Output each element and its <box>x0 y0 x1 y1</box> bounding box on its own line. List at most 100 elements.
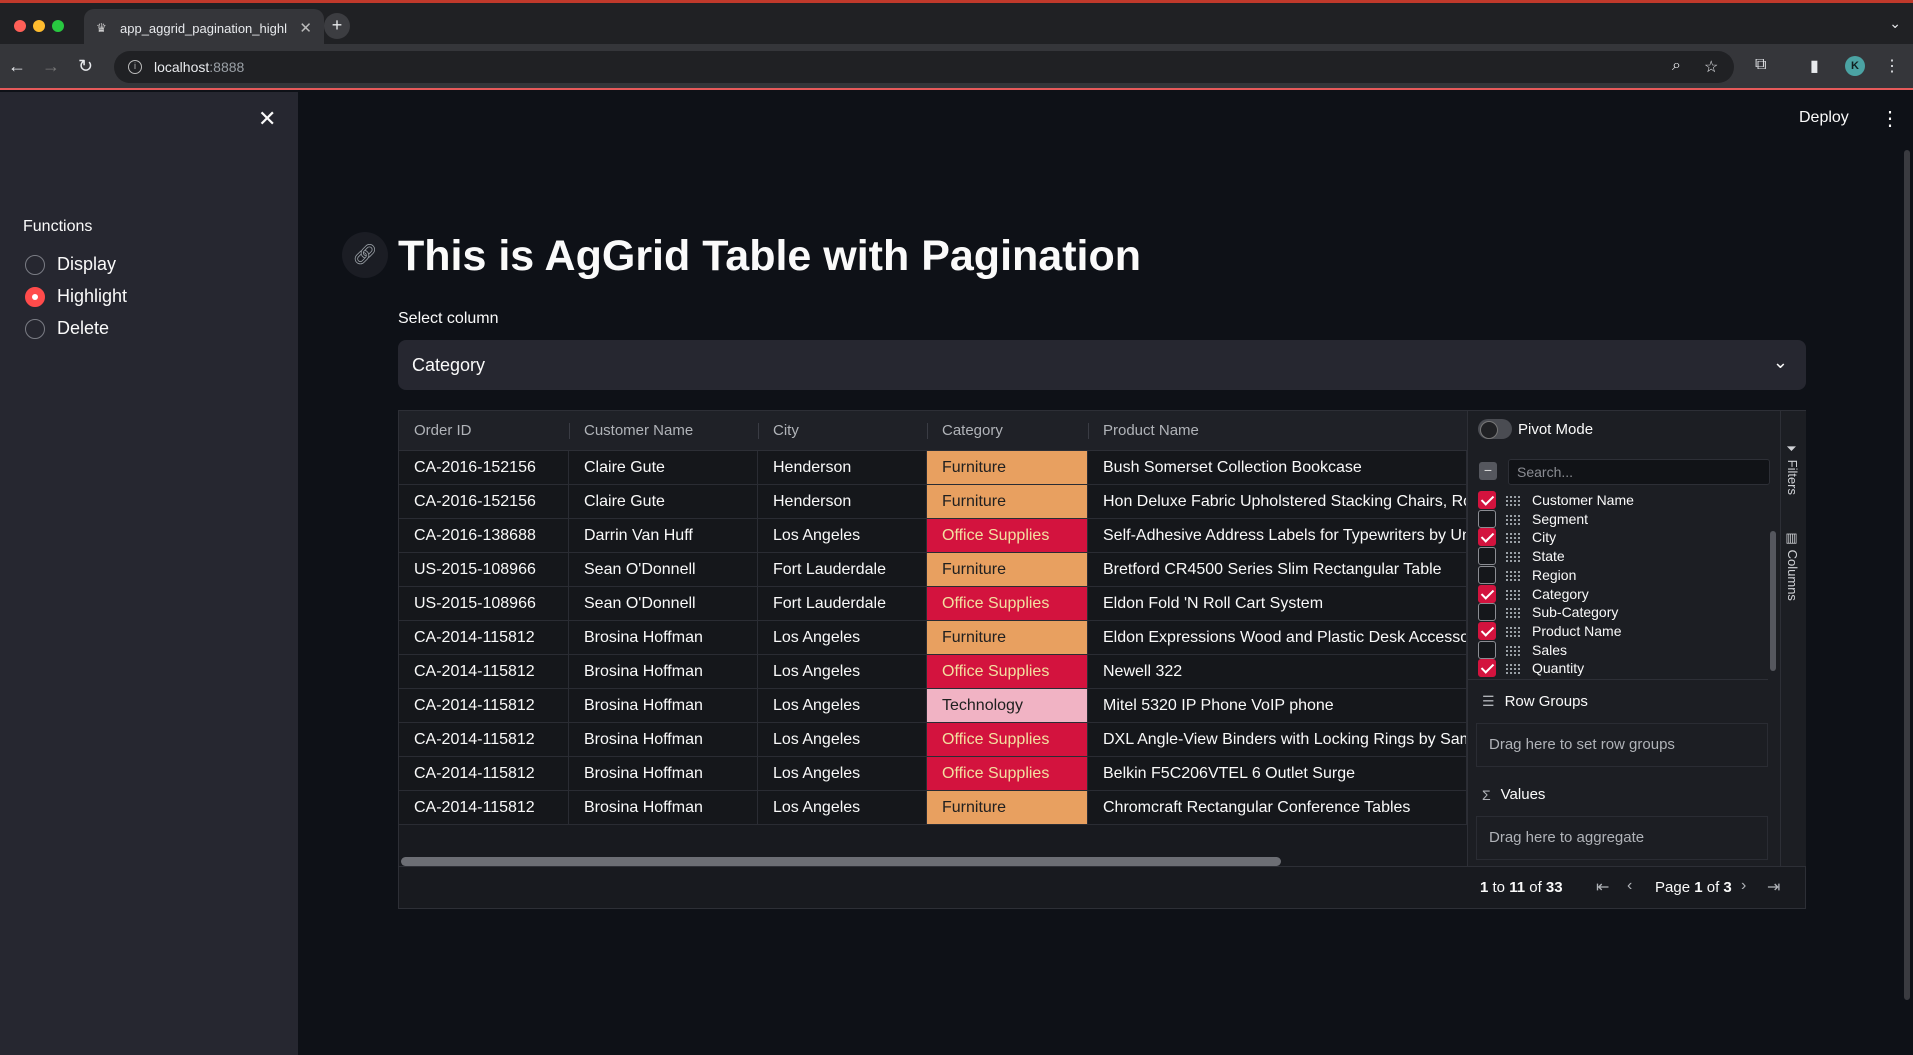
cell-customer-name[interactable]: Darrin Van Huff <box>569 519 758 552</box>
drag-handle-icon[interactable] <box>1506 624 1520 637</box>
drag-handle-icon[interactable] <box>1506 494 1520 506</box>
cell-city[interactable]: Fort Lauderdale <box>758 553 927 586</box>
main-menu-icon[interactable]: ⋮ <box>1880 106 1900 131</box>
cell-city[interactable]: Fort Lauderdale <box>758 587 927 620</box>
column-checkbox[interactable] <box>1478 509 1496 528</box>
drag-handle-icon[interactable] <box>1506 587 1520 600</box>
cell-category[interactable]: Office Supplies <box>927 723 1088 756</box>
new-tab-button[interactable]: + <box>324 13 350 39</box>
previous-page-icon[interactable]: ‹ <box>1627 877 1632 895</box>
column-checkbox[interactable] <box>1478 547 1496 566</box>
table-row[interactable]: CA-2014-115812 Brosina Hoffman Los Angeles… <box>399 621 1467 655</box>
browser-tab[interactable]: ♛ app_aggrid_pagination_highl ✕ <box>84 9 324 47</box>
tab-search-chevron-icon[interactable]: ⌄ <box>1889 15 1901 32</box>
column-select[interactable]: Category ⌄ <box>398 340 1806 390</box>
page-scrollbar[interactable] <box>1904 150 1910 1000</box>
column-checkbox[interactable] <box>1478 491 1496 509</box>
pivot-mode-toggle[interactable] <box>1478 419 1512 439</box>
cell-customer-name[interactable]: Sean O'Donnell <box>569 553 758 586</box>
header-category[interactable]: Category <box>927 411 1088 451</box>
cell-order-id[interactable]: CA-2014-115812 <box>399 723 569 756</box>
radio-delete[interactable]: Delete <box>25 318 109 339</box>
cell-city[interactable]: Los Angeles <box>758 655 927 688</box>
header-order-id[interactable]: Order ID <box>399 411 569 451</box>
cell-order-id[interactable]: CA-2016-152156 <box>399 451 569 484</box>
drag-handle-icon[interactable] <box>1506 531 1520 544</box>
cell-category[interactable]: Office Supplies <box>927 655 1088 688</box>
cell-category[interactable]: Office Supplies <box>927 587 1088 620</box>
cell-category[interactable]: Furniture <box>927 485 1088 518</box>
cell-city[interactable]: Los Angeles <box>758 621 927 654</box>
cell-city[interactable]: Los Angeles <box>758 757 927 790</box>
profile-avatar[interactable]: K <box>1845 56 1865 76</box>
column-list-item[interactable]: Product Name <box>1478 621 1621 640</box>
radio-highlight[interactable]: Highlight <box>25 286 127 307</box>
table-row[interactable]: CA-2014-115812 Brosina Hoffman Los Angeles… <box>399 791 1467 825</box>
cell-customer-name[interactable]: Sean O'Donnell <box>569 587 758 620</box>
cell-product-name[interactable]: Mitel 5320 IP Phone VoIP phone <box>1088 689 1467 722</box>
column-list-item[interactable]: Category <box>1478 584 1589 603</box>
chevron-down-icon[interactable]: ⌄ <box>1773 352 1788 373</box>
column-list-item[interactable]: Sales <box>1478 640 1567 659</box>
cell-customer-name[interactable]: Brosina Hoffman <box>569 757 758 790</box>
radio-circle-icon[interactable] <box>25 254 45 275</box>
cell-order-id[interactable]: CA-2014-115812 <box>399 689 569 722</box>
next-page-icon[interactable]: › <box>1741 877 1746 895</box>
select-all-columns-checkbox[interactable]: − <box>1479 462 1497 480</box>
extensions-icon[interactable]: ⧉ <box>1755 56 1766 74</box>
cell-product-name[interactable]: Eldon Expressions Wood and Plastic Desk … <box>1088 621 1467 654</box>
cell-order-id[interactable]: CA-2014-115812 <box>399 757 569 790</box>
row-groups-dropzone[interactable]: Drag here to set row groups <box>1476 723 1768 767</box>
cell-product-name[interactable]: DXL Angle-View Binders with Locking Ring… <box>1088 723 1467 756</box>
cell-city[interactable]: Los Angeles <box>758 791 927 824</box>
cell-category[interactable]: Office Supplies <box>927 757 1088 790</box>
header-product-name[interactable]: Product Name <box>1088 411 1467 451</box>
first-page-icon[interactable]: ⇤ <box>1596 877 1609 897</box>
side-panel-icon[interactable]: ▮ <box>1810 56 1819 76</box>
column-checkbox[interactable] <box>1478 621 1496 640</box>
cell-customer-name[interactable]: Brosina Hoffman <box>569 689 758 722</box>
cell-product-name[interactable]: Chromcraft Rectangular Conference Tables <box>1088 791 1467 824</box>
minimize-window-button[interactable] <box>33 20 45 32</box>
cell-city[interactable]: Los Angeles <box>758 723 927 756</box>
cell-category[interactable]: Furniture <box>927 791 1088 824</box>
column-list-item[interactable]: Sub-Category <box>1478 603 1618 622</box>
table-row[interactable]: CA-2014-115812 Brosina Hoffman Los Angeles… <box>399 655 1467 689</box>
close-tab-icon[interactable]: ✕ <box>299 19 312 37</box>
cell-category[interactable]: Technology <box>927 689 1088 722</box>
column-checkbox[interactable] <box>1478 565 1496 584</box>
anchor-link-icon[interactable]: 🔗︎ <box>342 232 388 278</box>
site-info-icon[interactable]: i <box>128 60 142 74</box>
close-window-button[interactable] <box>14 20 26 32</box>
radio-selected-icon[interactable] <box>25 286 45 307</box>
table-row[interactable]: CA-2016-138688 Darrin Van Huff Los Angeles… <box>399 519 1467 553</box>
column-checkbox[interactable] <box>1478 528 1496 547</box>
cell-category[interactable]: Furniture <box>927 553 1088 586</box>
cell-category[interactable]: Furniture <box>927 621 1088 654</box>
cell-product-name[interactable]: Bush Somerset Collection Bookcase <box>1088 451 1467 484</box>
cell-order-id[interactable]: US-2015-108966 <box>399 587 569 620</box>
maximize-window-button[interactable] <box>52 20 64 32</box>
cell-customer-name[interactable]: Claire Gute <box>569 485 758 518</box>
values-dropzone[interactable]: Drag here to aggregate <box>1476 816 1768 860</box>
cell-product-name[interactable]: Eldon Fold 'N Roll Cart System <box>1088 587 1467 620</box>
bookmark-star-icon[interactable]: ☆ <box>1704 57 1718 77</box>
radio-display[interactable]: Display <box>25 254 116 275</box>
cell-product-name[interactable]: Hon Deluxe Fabric Upholstered Stacking C… <box>1088 485 1467 518</box>
cell-city[interactable]: Henderson <box>758 451 927 484</box>
table-row[interactable]: US-2015-108966 Sean O'Donnell Fort Lauderd… <box>399 553 1467 587</box>
drag-handle-icon[interactable] <box>1506 606 1520 619</box>
drag-handle-icon[interactable] <box>1506 662 1520 675</box>
tab-columns[interactable]: ▥ Columns <box>1785 531 1800 601</box>
table-row[interactable]: CA-2014-115812 Brosina Hoffman Los Angeles… <box>399 723 1467 757</box>
cell-customer-name[interactable]: Brosina Hoffman <box>569 791 758 824</box>
column-list-item[interactable]: State <box>1478 547 1565 566</box>
cell-order-id[interactable]: CA-2016-138688 <box>399 519 569 552</box>
tab-filters[interactable]: ⏷ Filters <box>1785 443 1800 495</box>
table-row[interactable]: CA-2016-152156 Claire Gute Henderson Furnit… <box>399 485 1467 519</box>
cell-city[interactable]: Henderson <box>758 485 927 518</box>
cell-order-id[interactable]: CA-2016-152156 <box>399 485 569 518</box>
column-checkbox[interactable] <box>1478 603 1496 622</box>
cell-customer-name[interactable]: Brosina Hoffman <box>569 621 758 654</box>
drag-handle-icon[interactable] <box>1506 512 1520 525</box>
